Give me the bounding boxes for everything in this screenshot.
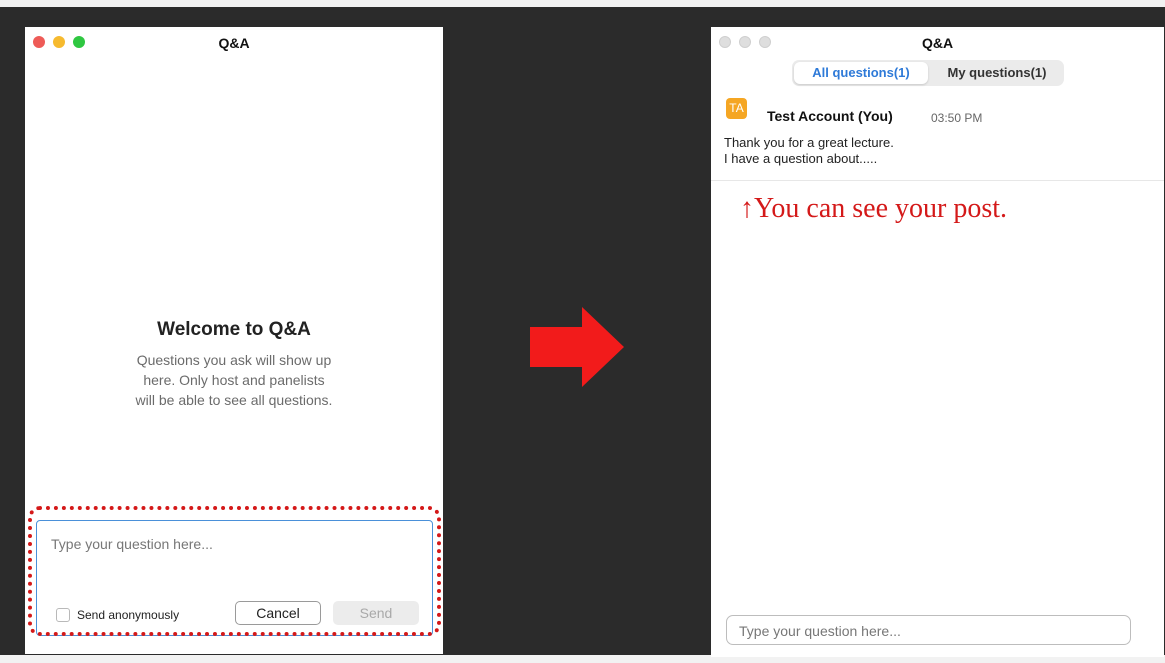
question-text-line: Thank you for a great lecture. (724, 135, 894, 150)
window-title: Q&A (218, 35, 250, 51)
avatar: TA (726, 98, 747, 119)
question-text-line: I have a question about..... (724, 151, 878, 166)
welcome-line: will be able to see all questions. (135, 392, 333, 408)
welcome-line: here. Only host and panelists (143, 372, 325, 388)
question-author: Test Account (You) (767, 108, 893, 124)
question-input[interactable] (739, 622, 1119, 640)
top-strip (0, 0, 1165, 7)
tab-all-questions[interactable]: All questions(1) (794, 62, 928, 84)
title-bar: Q&A (711, 27, 1164, 57)
annotation-caption: ↑You can see your post. (740, 193, 1008, 224)
divider (711, 180, 1164, 181)
qa-window-before: Q&A Welcome to Q&A Questions you ask wil… (25, 27, 443, 654)
title-bar: Q&A (25, 27, 443, 57)
window-title: Q&A (921, 35, 954, 51)
qa-window-after: Q&A All questions(1) My questions(1) TA … (711, 27, 1164, 657)
tab-my-questions[interactable]: My questions(1) (932, 62, 1062, 84)
arrow-right-icon (530, 307, 624, 387)
welcome-line: Questions you ask will show up (136, 352, 332, 368)
question-time: 03:50 PM (931, 111, 983, 125)
highlight-dotted-outline (28, 506, 441, 636)
question-tabs: All questions(1) My questions(1) (792, 60, 1064, 86)
welcome-heading: Welcome to Q&A (157, 319, 311, 340)
question-input-container (726, 615, 1131, 645)
welcome-description: Questions you ask will show up here. Onl… (125, 350, 343, 410)
